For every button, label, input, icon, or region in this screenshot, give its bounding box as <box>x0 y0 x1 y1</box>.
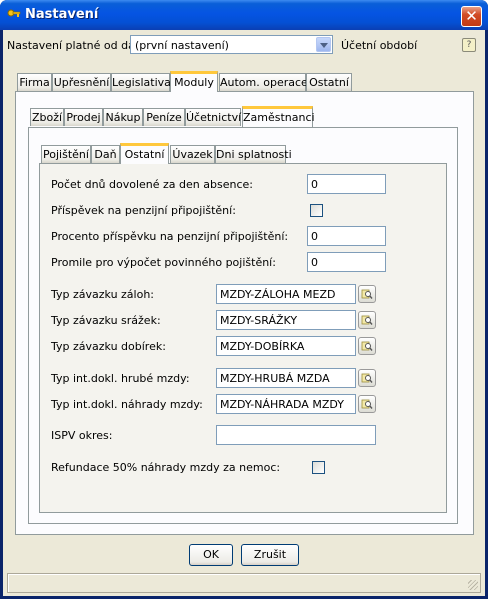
magnifier-icon <box>361 373 373 383</box>
deduction-type-label: Typ závazku srážek: <box>51 314 161 327</box>
dobirka-type-value: MZDY-DOBÍRKA <box>220 340 305 353</box>
pension-percent-label: Procento příspěvku na penzijní připojišt… <box>51 230 289 243</box>
ostatni-form-panel: Počet dnů dovolené za den absence: 0 Pří… <box>39 163 447 513</box>
dialog-window: Nastavení ✕ Nastavení platné od data: (p… <box>0 0 488 599</box>
title-bar[interactable]: Nastavení ✕ <box>0 0 488 30</box>
magnifier-icon <box>361 289 373 299</box>
mandatory-insurance-label: Promile pro výpočet povinného pojištění: <box>51 256 276 269</box>
close-button[interactable]: ✕ <box>461 6 482 27</box>
close-icon: ✕ <box>465 7 478 25</box>
deduction-type-value: MZDY-SRÁŽKY <box>220 314 298 327</box>
gross-wage-doc-input[interactable]: MZDY-HRUBÁ MZDA <box>216 368 356 388</box>
tab-firma[interactable]: Firma <box>17 73 52 91</box>
tab-legislativa[interactable]: Legislativa <box>111 73 171 91</box>
tab-pojisteni[interactable]: Pojištění <box>41 145 91 163</box>
valid-from-label: Nastavení platné od data: <box>7 39 150 52</box>
magnifier-icon <box>361 399 373 409</box>
tab-ostatni-employee[interactable]: Ostatní <box>120 143 169 164</box>
vacation-days-label: Počet dnů dovolené za den absence: <box>51 178 253 191</box>
dialog-body: Nastavení platné od data: (první nastave… <box>3 30 485 596</box>
ispv-district-input[interactable] <box>216 425 376 445</box>
pension-contribution-checkbox[interactable] <box>310 204 323 217</box>
tab-upresneni[interactable]: Upřesnění <box>52 73 111 91</box>
moduly-panel: Zboží Prodej Nákup Peníze Účetnictví Zam… <box>15 91 474 535</box>
tab-autom-operace[interactable]: Autom. operace <box>219 73 308 91</box>
advance-type-value: MZDY-ZÁLOHA MEZD <box>220 288 336 301</box>
module-tabstrip: Zboží Prodej Nákup Peníze Účetnictví Zam… <box>28 106 328 127</box>
mandatory-insurance-input[interactable]: 0 <box>307 252 386 272</box>
cancel-button[interactable]: Zrušit <box>241 544 299 566</box>
accounting-period-label: Účetní období <box>341 39 418 52</box>
ok-button[interactable]: OK <box>189 544 233 566</box>
tab-zbozi[interactable]: Zboží <box>30 108 64 126</box>
magnifier-icon <box>361 315 373 325</box>
valid-from-select[interactable]: (první nastavení) <box>130 35 333 54</box>
tab-dan[interactable]: Daň <box>91 145 120 163</box>
dobirka-type-input[interactable]: MZDY-DOBÍRKA <box>216 336 356 356</box>
refund-50-label: Refundace 50% náhrady mzdy za nemoc: <box>51 461 281 474</box>
wage-compensation-doc-value: MZDY-NÁHRADA MZDY <box>220 398 344 411</box>
tab-zamestnanci[interactable]: Zaměstnanci <box>242 106 315 127</box>
advance-type-input[interactable]: MZDY-ZÁLOHA MEZD <box>216 284 356 304</box>
deduction-type-lookup-button[interactable] <box>358 311 376 329</box>
tab-prodej[interactable]: Prodej <box>64 108 103 126</box>
tab-uvazek[interactable]: Úvazek <box>170 145 215 163</box>
dobirka-type-label: Typ závazku dobírek: <box>51 340 166 353</box>
advance-type-label: Typ závazku záloh: <box>51 288 155 301</box>
wage-compensation-doc-label: Typ int.dokl. náhrady mzdy: <box>51 398 203 411</box>
tab-penize[interactable]: Peníze <box>143 108 185 126</box>
deduction-type-input[interactable]: MZDY-SRÁŽKY <box>216 310 356 330</box>
vacation-days-input[interactable]: 0 <box>307 174 386 194</box>
tab-ucetnictvi[interactable]: Účetnictví <box>185 108 241 126</box>
advance-type-lookup-button[interactable] <box>358 285 376 303</box>
pension-percent-value: 0 <box>311 230 318 243</box>
employee-tabstrip: Pojištění Daň Ostatní Úvazek Dni splatno… <box>39 143 309 164</box>
chevron-down-icon[interactable] <box>316 37 331 52</box>
dobirka-type-lookup-button[interactable] <box>358 337 376 355</box>
main-tabstrip: Firma Upřesnění Legislativa Moduly Autom… <box>15 71 355 92</box>
tab-moduly[interactable]: Moduly <box>170 71 218 92</box>
ispv-district-label: ISPV okres: <box>51 429 113 442</box>
tab-ostatni[interactable]: Ostatní <box>306 73 352 91</box>
resize-grip[interactable] <box>468 580 478 590</box>
window-title: Nastavení <box>25 7 99 22</box>
gross-wage-doc-value: MZDY-HRUBÁ MZDA <box>220 372 330 385</box>
wage-compensation-doc-lookup-button[interactable] <box>358 395 376 413</box>
gross-wage-doc-label: Typ int.dokl. hrubé mzdy: <box>51 372 190 385</box>
status-bar <box>7 573 481 593</box>
magnifier-icon <box>361 341 373 351</box>
gross-wage-doc-lookup-button[interactable] <box>358 369 376 387</box>
wage-compensation-doc-input[interactable]: MZDY-NÁHRADA MZDY <box>216 394 356 414</box>
help-icon[interactable]: ? <box>462 38 476 52</box>
mandatory-insurance-value: 0 <box>311 256 318 269</box>
tab-nakup[interactable]: Nákup <box>103 108 143 126</box>
keys-icon <box>7 9 21 17</box>
tab-dni-splatnosti[interactable]: Dni splatnosti <box>215 145 292 163</box>
refund-50-checkbox[interactable] <box>312 461 325 474</box>
zamestnanci-panel: Pojištění Daň Ostatní Úvazek Dni splatno… <box>28 127 458 524</box>
pension-contribution-label: Příspěvek na penzijní připojištění: <box>51 204 236 217</box>
pension-percent-input[interactable]: 0 <box>307 226 386 246</box>
valid-from-value: (první nastavení) <box>135 39 229 52</box>
vacation-days-value: 0 <box>311 178 318 191</box>
